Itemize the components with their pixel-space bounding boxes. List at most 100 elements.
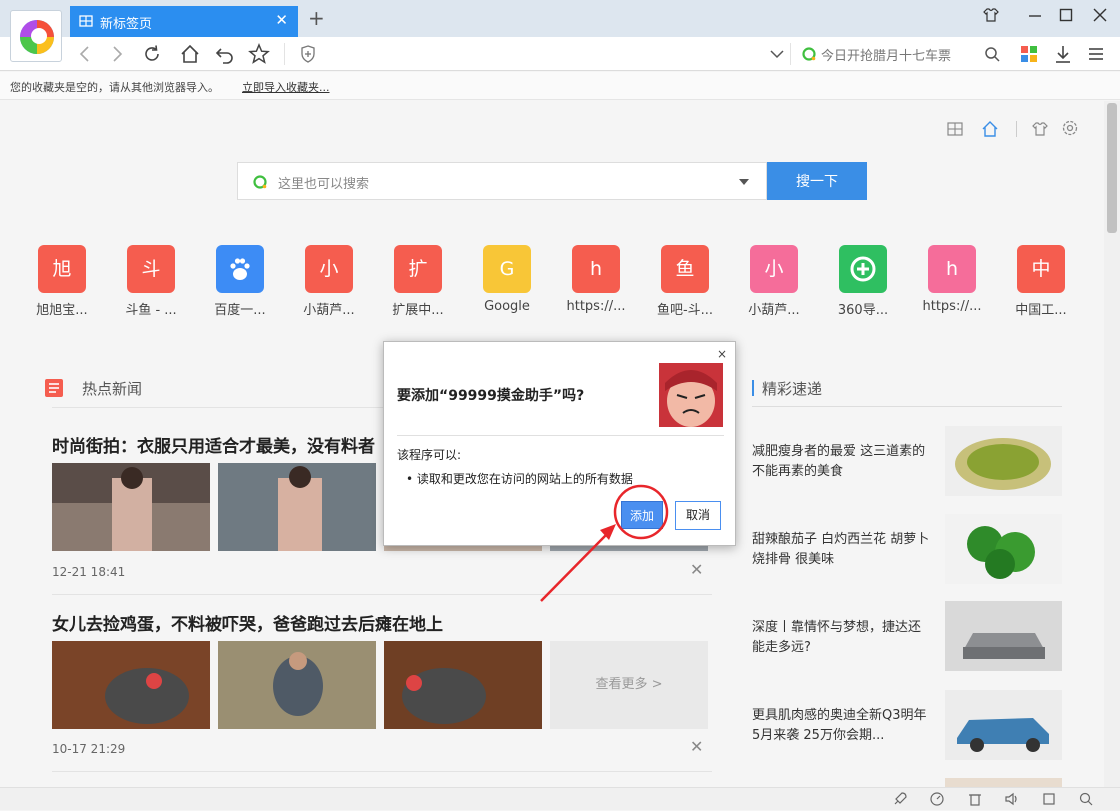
window-icon[interactable] (1041, 791, 1057, 807)
navigation-bar: 今日开抢腊月十七车票 (0, 37, 1120, 71)
featured-thumbnail[interactable] (945, 601, 1062, 671)
dialog-title: 要添加“99999摸金助手”吗? (397, 388, 585, 404)
site-tile[interactable]: 旭旭旭宝... (22, 245, 102, 318)
dismiss-news-icon[interactable]: ✕ (690, 737, 703, 756)
baidu-paw-icon (216, 245, 264, 293)
site-tile[interactable]: 鱼鱼吧-斗... (645, 245, 725, 318)
news-thumbnail[interactable] (52, 463, 210, 551)
site-tile[interactable]: 中中国工... (1001, 245, 1081, 318)
featured-thumbnail[interactable] (945, 514, 1062, 584)
zoom-icon[interactable] (1078, 791, 1094, 807)
tab-close-button[interactable]: ✕ (275, 11, 288, 29)
featured-thumbnail[interactable] (945, 426, 1062, 496)
import-favorites-link[interactable]: 立即导入收藏夹... (242, 79, 330, 95)
home-icon[interactable] (179, 43, 201, 65)
rocket-icon[interactable] (892, 791, 908, 807)
news-thumbnail[interactable] (218, 641, 376, 729)
site-tile[interactable]: 斗斗鱼 - ... (111, 245, 191, 318)
skin-icon[interactable] (978, 6, 1004, 30)
featured-item-text[interactable]: 深度丨靠情怀与梦想，捷达还能走多远? (752, 618, 932, 658)
download-icon[interactable] (1052, 43, 1074, 65)
site-tile[interactable]: 小小葫芦... (734, 245, 814, 318)
page-search-input[interactable]: 这里也可以搜索 (237, 162, 767, 200)
site-tile-label: 小葫芦... (748, 303, 800, 318)
featured-item-text[interactable]: 更具肌肉感的奥迪全新Q3明年5月来袭 25万你会期... (752, 706, 932, 746)
site-tile[interactable]: 扩扩展中... (378, 245, 458, 318)
site-tile[interactable]: 百度一... (200, 245, 280, 318)
speed-icon[interactable] (929, 791, 945, 807)
featured-item-text[interactable]: 减肥瘦身者的最爱 这三道素的不能再素的美食 (752, 442, 932, 482)
add-button[interactable]: 添加 (621, 501, 663, 529)
star-icon[interactable] (248, 43, 270, 65)
news-title[interactable]: 女儿去捡鸡蛋，不料被吓哭，爸爸跑过去后瘫在地上 (52, 610, 443, 635)
settings-gear-icon[interactable] (1061, 119, 1079, 141)
news-time: 10-17 21:29 (52, 742, 126, 756)
site-tile[interactable]: 小小葫芦... (289, 245, 369, 318)
divider (52, 771, 712, 772)
site-tile[interactable]: h https://... (556, 245, 636, 314)
site-tile-icon: 鱼 (661, 245, 709, 293)
featured-thumbnail[interactable] (945, 690, 1062, 760)
news-thumbnail[interactable] (218, 463, 376, 551)
chevron-down-icon[interactable] (766, 43, 788, 65)
nav-search-field[interactable]: 今日开抢腊月十七车票 (793, 42, 1008, 66)
site-tile-icon: 小 (305, 245, 353, 293)
divider (284, 43, 285, 65)
home-view-icon[interactable] (981, 120, 999, 142)
minimize-button[interactable] (1022, 6, 1048, 30)
grid-view-icon[interactable] (946, 120, 964, 142)
site-tile-label: 鱼吧-斗... (656, 303, 714, 318)
site-tile-label: 360导... (837, 303, 889, 318)
volume-icon[interactable] (1004, 791, 1020, 807)
apps-icon[interactable] (1018, 43, 1040, 65)
refresh-icon[interactable] (141, 43, 163, 65)
site-tile-icon: h (928, 245, 976, 293)
status-bar (0, 787, 1120, 810)
search-icon[interactable] (981, 43, 1003, 65)
maximize-button[interactable] (1053, 6, 1079, 30)
site-tile-label: 小葫芦... (303, 303, 355, 318)
extension-avatar (659, 363, 723, 427)
back-icon[interactable] (74, 43, 96, 65)
site-tile-icon: 扩 (394, 245, 442, 293)
site-tile[interactable]: h https://... (912, 245, 992, 314)
dialog-close-button[interactable]: × (717, 347, 727, 361)
site-tile-label: 百度一... (214, 303, 266, 318)
featured-thumbnail[interactable] (945, 778, 1062, 787)
forward-icon[interactable] (106, 43, 128, 65)
360-search-icon (801, 46, 817, 66)
news-title[interactable]: 时尚街拍：衣服只用适合才最美，没有料者 (52, 432, 375, 457)
scrollbar[interactable] (1104, 101, 1120, 787)
caret-down-icon[interactable] (738, 176, 750, 191)
trash-icon[interactable] (967, 791, 983, 807)
featured-item-text[interactable]: 甜辣酿茄子 白灼西兰花 胡萝卜烧排骨 很美味 (752, 530, 932, 570)
featured-title: 精彩速递 (762, 380, 823, 398)
favorites-empty-message: 您的收藏夹是空的，请从其他浏览器导入。 (10, 81, 219, 94)
dismiss-news-icon[interactable]: ✕ (690, 560, 703, 579)
divider (52, 594, 712, 595)
permission-item: • 读取和更改您在访问的网站上的所有数据 (406, 472, 633, 486)
cancel-button[interactable]: 取消 (675, 501, 721, 530)
site-tile[interactable]: 360导... (823, 245, 903, 318)
tab-title: 新标签页 (100, 17, 153, 32)
search-button[interactable]: 搜一下 (767, 162, 867, 200)
shield-icon[interactable] (297, 43, 319, 65)
scrollbar-thumb[interactable] (1107, 103, 1117, 233)
see-more-button[interactable]: 查看更多 > (550, 641, 708, 729)
site-tile[interactable]: G Google (467, 245, 547, 314)
close-window-button[interactable] (1087, 6, 1113, 30)
browser-logo-icon[interactable] (10, 10, 62, 62)
news-icon (44, 378, 66, 402)
site-tile-icon: 旭 (38, 245, 86, 293)
accent-bar (752, 380, 754, 396)
undo-icon[interactable] (214, 43, 236, 65)
search-placeholder: 这里也可以搜索 (278, 177, 370, 192)
menu-icon[interactable] (1085, 43, 1107, 65)
news-thumbnail[interactable] (52, 641, 210, 729)
news-thumbnail[interactable] (384, 641, 542, 729)
skin-icon[interactable] (1031, 120, 1049, 142)
site-tile-icon: h (572, 245, 620, 293)
add-extension-dialog: × 要添加“99999摸金助手”吗? 该程序可以: • 读取和更改您在访问的网站… (383, 341, 736, 546)
tab-new-tab[interactable]: 新标签页 ✕ (70, 6, 298, 37)
new-tab-button[interactable]: + (308, 6, 325, 30)
